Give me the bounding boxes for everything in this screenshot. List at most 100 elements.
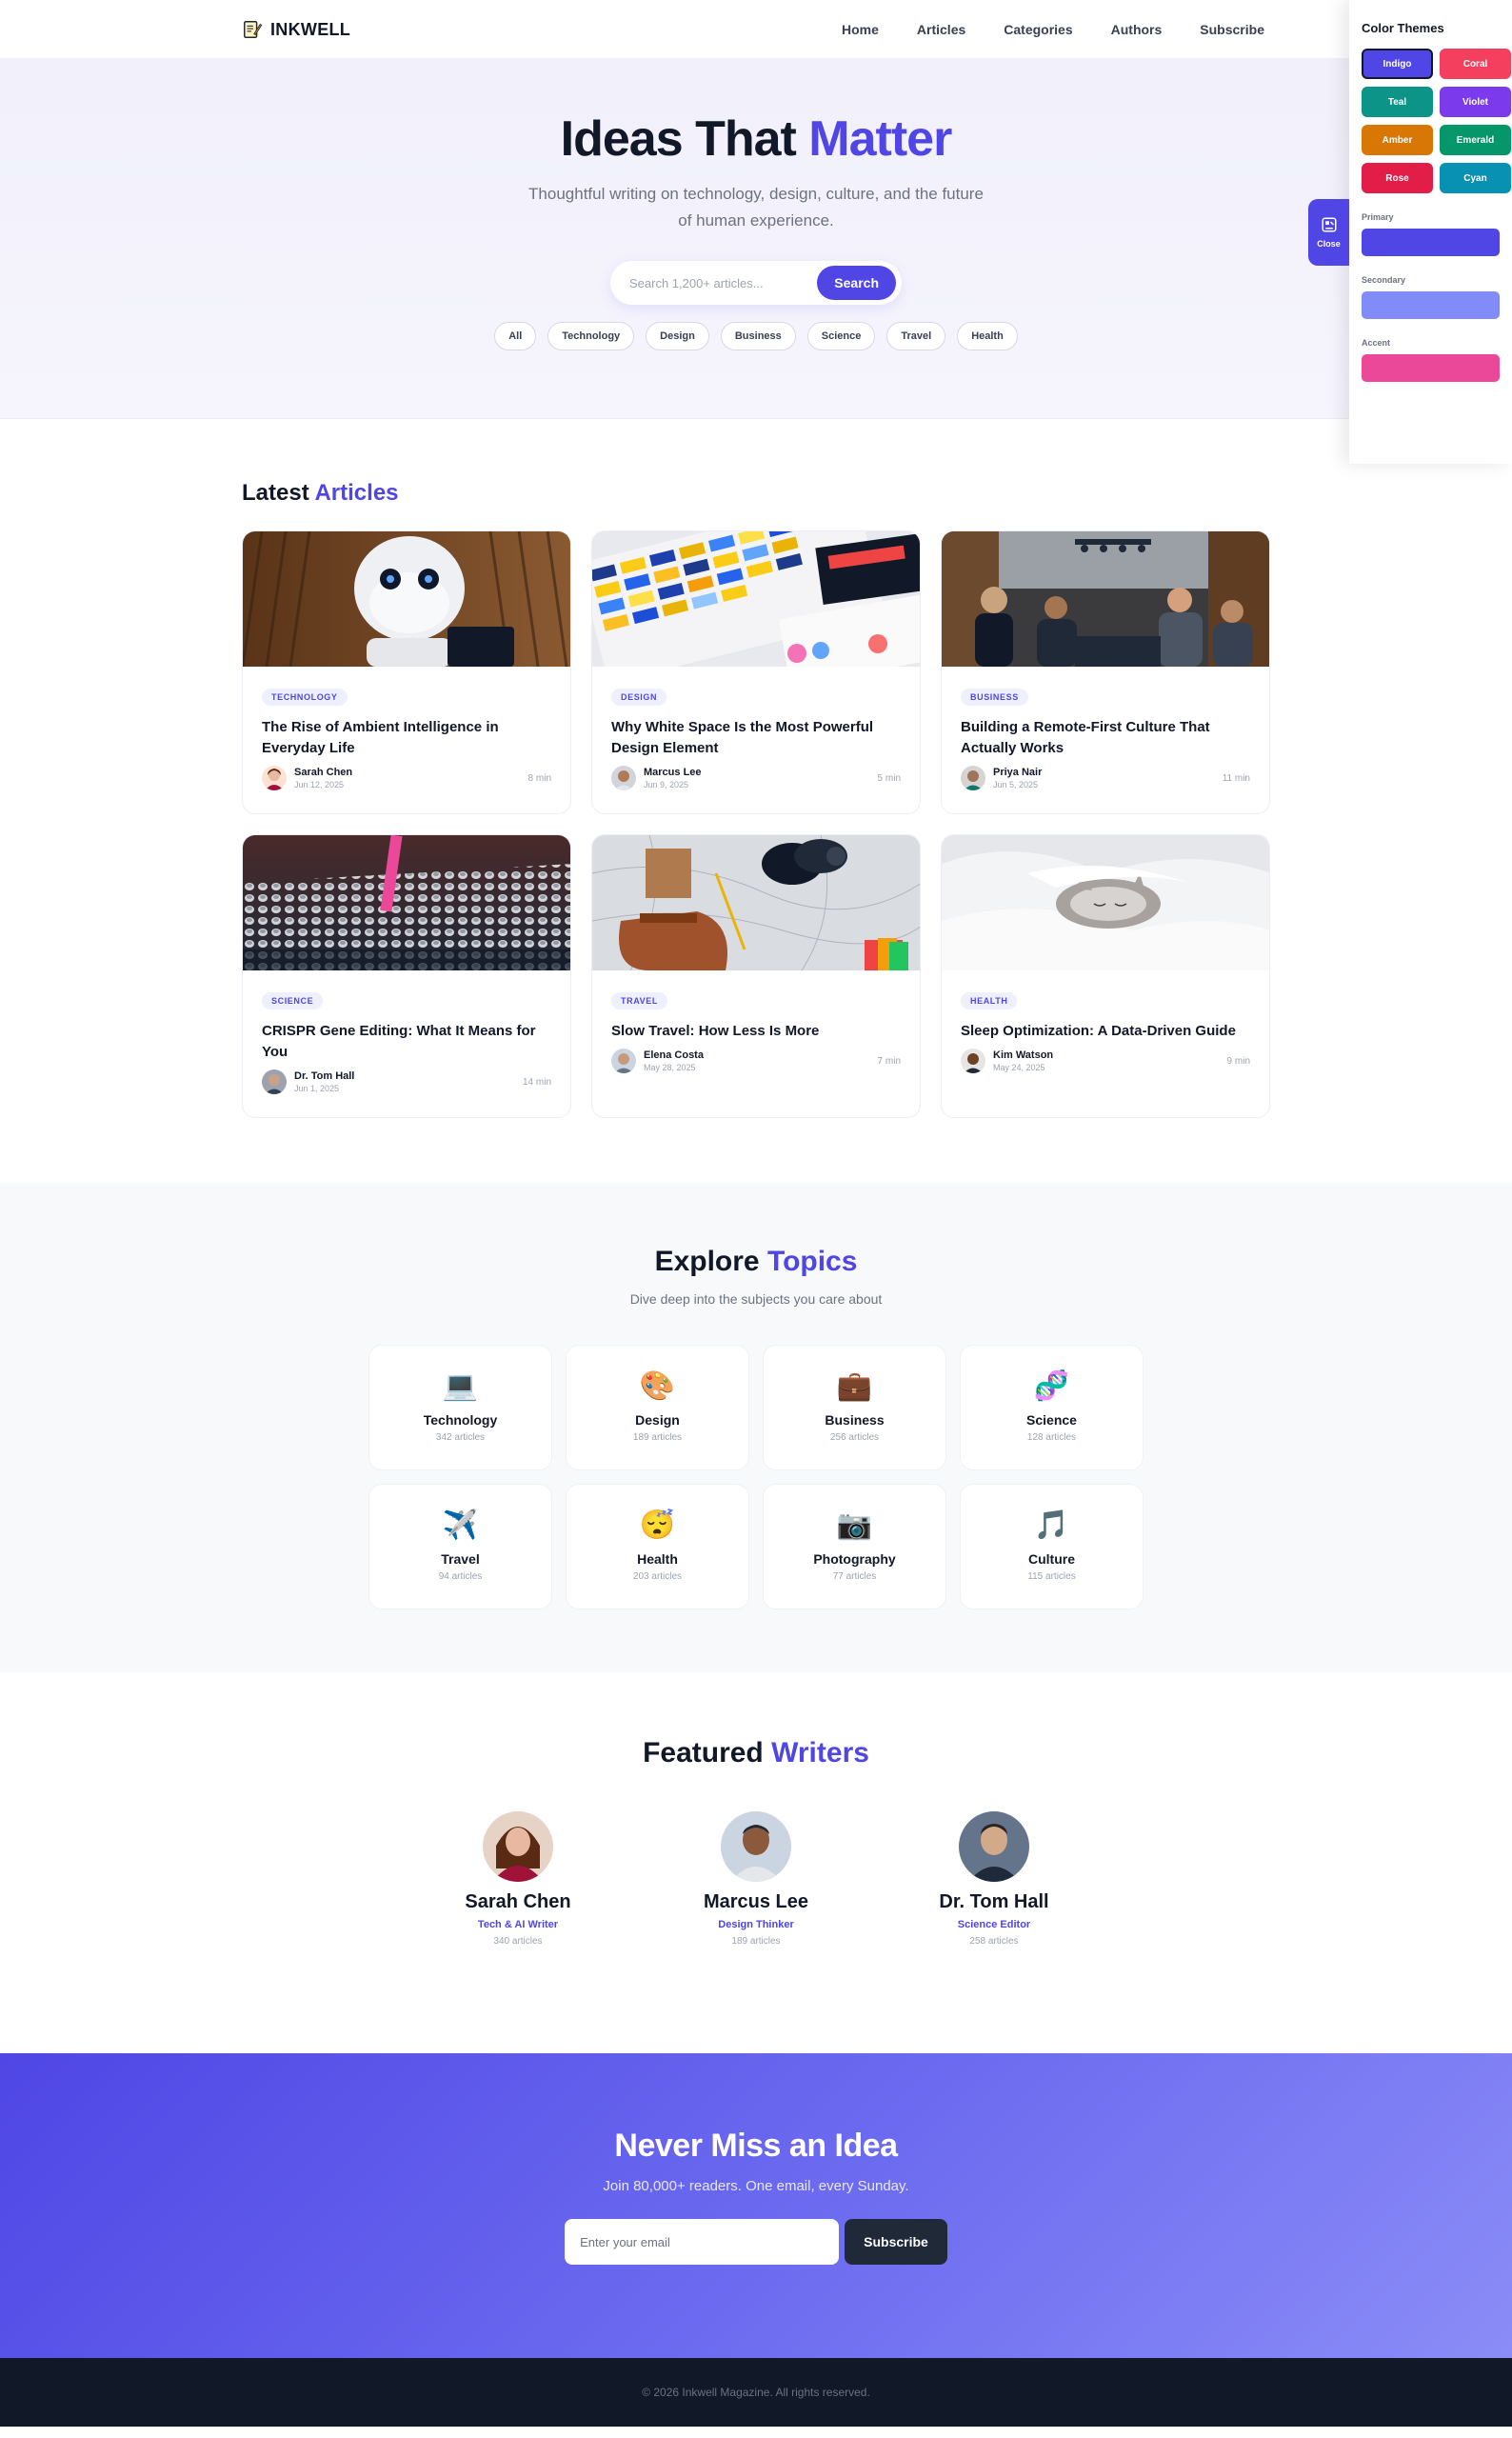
theme-rose-button[interactable]: Rose xyxy=(1362,163,1433,193)
topics-title: Explore Topics xyxy=(0,1246,1512,1278)
latest-title-accent: Articles xyxy=(314,480,399,506)
article-title[interactable]: The Rise of Ambient Intelligence in Ever… xyxy=(262,717,551,759)
chip-science[interactable]: Science xyxy=(806,322,876,350)
theme-emerald-button[interactable]: Emerald xyxy=(1440,125,1511,155)
writer-card[interactable]: Marcus Lee Design Thinker 189 articles xyxy=(663,1811,849,1947)
category-chips: All Technology Design Business Science T… xyxy=(0,322,1512,350)
article-date: Jun 5, 2025 xyxy=(993,780,1039,789)
article-tag[interactable]: BUSINESS xyxy=(961,689,1028,706)
nav-link-subscribe[interactable]: Subscribe xyxy=(1200,22,1264,37)
chip-all[interactable]: All xyxy=(494,322,537,350)
article-card[interactable]: HEALTH Sleep Optimization: A Data-Driven… xyxy=(941,834,1270,1118)
hero-section: Ideas That Matter Thoughtful writing on … xyxy=(0,59,1512,419)
writer-card[interactable]: Dr. Tom Hall Science Editor 258 articles xyxy=(901,1811,1087,1947)
author-name[interactable]: Dr. Tom Hall xyxy=(294,1070,523,1082)
author-name[interactable]: Kim Watson xyxy=(993,1049,1227,1061)
article-card[interactable]: DESIGN Why White Space Is the Most Power… xyxy=(591,530,921,814)
primary-label: Primary xyxy=(1362,212,1394,222)
avatar xyxy=(961,766,985,790)
article-card[interactable]: TECHNOLOGY The Rise of Ambient Intellige… xyxy=(242,530,571,814)
author-name[interactable]: Elena Costa xyxy=(644,1049,878,1061)
latest-articles-title: Latest Articles xyxy=(242,480,1270,507)
avatar xyxy=(262,766,287,790)
writer-role: Design Thinker xyxy=(718,1919,794,1930)
nav-link-articles[interactable]: Articles xyxy=(917,22,965,37)
article-meta: Marcus Lee Jun 9, 2025 5 min xyxy=(611,766,901,790)
theme-amber-button[interactable]: Amber xyxy=(1362,125,1433,155)
article-date: May 28, 2025 xyxy=(644,1063,696,1072)
author-name[interactable]: Marcus Lee xyxy=(644,767,878,778)
article-tag[interactable]: HEALTH xyxy=(961,992,1018,1009)
writer-count: 258 articles xyxy=(969,1936,1019,1947)
writers-title-main: Featured xyxy=(643,1737,764,1769)
topic-card-travel[interactable]: ✈️ Travel 94 articles xyxy=(368,1484,552,1609)
theme-panel-close-button[interactable]: Close xyxy=(1308,199,1349,266)
topic-card-health[interactable]: 😴 Health 203 articles xyxy=(566,1484,749,1609)
theme-coral-button[interactable]: Coral xyxy=(1440,49,1511,79)
brand-logo[interactable]: INKWELL xyxy=(242,19,350,40)
topic-name: Science xyxy=(1026,1412,1077,1428)
topic-card-culture[interactable]: 🎵 Culture 115 articles xyxy=(960,1484,1144,1609)
theme-violet-button[interactable]: Violet xyxy=(1440,87,1511,117)
search-button[interactable]: Search xyxy=(817,266,896,300)
author-name[interactable]: Sarah Chen xyxy=(294,767,528,778)
writer-count: 340 articles xyxy=(493,1936,543,1947)
article-title[interactable]: Sleep Optimization: A Data-Driven Guide xyxy=(961,1021,1250,1042)
article-title[interactable]: Why White Space Is the Most Powerful Des… xyxy=(611,717,901,759)
topics-section: Explore Topics Dive deep into the subjec… xyxy=(0,1183,1512,1672)
chip-technology[interactable]: Technology xyxy=(547,322,635,350)
music-notes-icon: 🎵 xyxy=(1033,1509,1070,1541)
chip-health[interactable]: Health xyxy=(957,322,1018,350)
nav-link-authors[interactable]: Authors xyxy=(1111,22,1163,37)
read-time: 5 min xyxy=(877,772,901,784)
accent-color-swatch[interactable] xyxy=(1362,354,1500,382)
article-tag[interactable]: TECHNOLOGY xyxy=(262,689,348,706)
article-tag[interactable]: DESIGN xyxy=(611,689,667,706)
topic-count: 128 articles xyxy=(1026,1432,1077,1443)
writer-row: Sarah Chen Tech & AI Writer 340 articles… xyxy=(0,1811,1512,1947)
topic-card-design[interactable]: 🎨 Design 189 articles xyxy=(566,1345,749,1470)
theme-indigo-button[interactable]: Indigo xyxy=(1362,49,1433,79)
newsletter-subtitle: Join 80,000+ readers. One email, every S… xyxy=(603,2178,909,2194)
topic-count: 256 articles xyxy=(829,1432,880,1443)
palette-settings-icon xyxy=(1322,217,1336,232)
theme-teal-button[interactable]: Teal xyxy=(1362,87,1433,117)
chip-business[interactable]: Business xyxy=(720,322,796,350)
chip-design[interactable]: Design xyxy=(646,322,709,350)
email-field[interactable] xyxy=(565,2219,840,2265)
article-card[interactable]: SCIENCE CRISPR Gene Editing: What It Mea… xyxy=(242,834,571,1118)
article-image-robot xyxy=(243,531,570,667)
hero-title-main: Ideas That xyxy=(560,111,797,167)
article-card[interactable]: BUSINESS Building a Remote-First Culture… xyxy=(941,530,1270,814)
article-title[interactable]: CRISPR Gene Editing: What It Means for Y… xyxy=(262,1021,551,1063)
newsletter-section: Never Miss an Idea Join 80,000+ readers.… xyxy=(0,2053,1512,2358)
nav-link-categories[interactable]: Categories xyxy=(1004,22,1072,37)
topic-card-photography[interactable]: 📷 Photography 77 articles xyxy=(763,1484,946,1609)
article-tag[interactable]: TRAVEL xyxy=(611,992,667,1009)
topic-name: Design xyxy=(635,1412,680,1428)
topic-count: 115 articles xyxy=(1027,1571,1076,1582)
subscribe-button[interactable]: Subscribe xyxy=(845,2219,947,2265)
chip-travel[interactable]: Travel xyxy=(886,322,946,350)
article-title[interactable]: Building a Remote-First Culture That Act… xyxy=(961,717,1250,759)
writer-card[interactable]: Sarah Chen Tech & AI Writer 340 articles xyxy=(425,1811,611,1947)
writer-name: Dr. Tom Hall xyxy=(939,1891,1049,1912)
article-card[interactable]: TRAVEL Slow Travel: How Less Is More Ele… xyxy=(591,834,921,1118)
article-title[interactable]: Slow Travel: How Less Is More xyxy=(611,1021,901,1042)
secondary-color-swatch[interactable] xyxy=(1362,291,1500,319)
topic-card-technology[interactable]: 💻 Technology 342 articles xyxy=(368,1345,552,1470)
search-input[interactable] xyxy=(629,275,818,290)
nav-link-home[interactable]: Home xyxy=(842,22,879,37)
theme-cyan-button[interactable]: Cyan xyxy=(1440,163,1511,193)
topic-card-science[interactable]: 🧬 Science 128 articles xyxy=(960,1345,1144,1470)
article-tag[interactable]: SCIENCE xyxy=(262,992,324,1009)
avatar xyxy=(611,766,636,790)
topic-card-business[interactable]: 💼 Business 256 articles xyxy=(763,1345,946,1470)
author-name[interactable]: Priya Nair xyxy=(993,767,1223,778)
hero-subtitle: Thoughtful writing on technology, design… xyxy=(528,185,984,230)
article-meta: Priya Nair Jun 5, 2025 11 min xyxy=(961,766,1250,790)
newsletter-title: Never Miss an Idea xyxy=(614,2128,898,2164)
close-label: Close xyxy=(1317,239,1341,249)
primary-color-swatch[interactable] xyxy=(1362,229,1500,256)
avatar xyxy=(961,1049,985,1073)
